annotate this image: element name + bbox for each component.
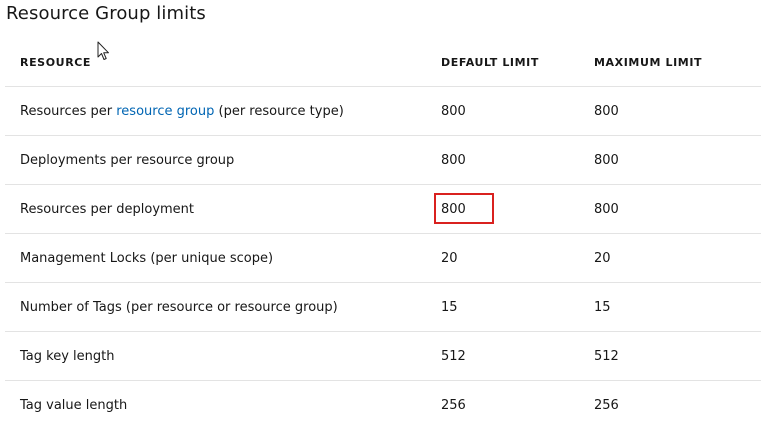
resource-group-link[interactable]: resource group bbox=[116, 104, 214, 119]
resource-cell: Resources per resource group (per resour… bbox=[5, 86, 441, 136]
maximum-limit-cell: 512 bbox=[594, 331, 761, 381]
default-limit-cell: 800 bbox=[441, 184, 594, 234]
maximum-limit-cell: 800 bbox=[594, 86, 761, 136]
resource-cell: Deployments per resource group bbox=[5, 135, 441, 185]
page-title: Resource Group limits bbox=[6, 3, 206, 24]
default-limit-cell: 20 bbox=[441, 233, 594, 283]
table-row: Tag key length 512 512 bbox=[5, 331, 761, 381]
table-row: Tag value length 256 256 bbox=[5, 381, 761, 430]
table-body: Resources per resource group (per resour… bbox=[5, 86, 761, 430]
maximum-limit-cell: 15 bbox=[594, 282, 761, 332]
table-row: Number of Tags (per resource or resource… bbox=[5, 282, 761, 332]
maximum-limit-cell: 256 bbox=[594, 397, 619, 413]
resource-cell: Number of Tags (per resource or resource… bbox=[5, 282, 441, 332]
column-header-maximum-limit: MAXIMUM LIMIT bbox=[594, 39, 761, 87]
default-limit-cell: 800 bbox=[441, 86, 594, 136]
column-header-default-limit: DEFAULT LIMIT bbox=[441, 39, 594, 87]
maximum-limit-cell: 20 bbox=[594, 233, 761, 283]
resource-text-prefix: Resources per bbox=[20, 103, 117, 119]
table-row: Deployments per resource group 800 800 bbox=[5, 135, 761, 185]
resource-cell: Management Locks (per unique scope) bbox=[5, 233, 441, 283]
table-row: Resources per resource group (per resour… bbox=[5, 86, 761, 136]
table-row: Management Locks (per unique scope) 20 2… bbox=[5, 233, 761, 283]
maximum-limit-cell: 800 bbox=[594, 184, 761, 234]
maximum-limit-cell: 800 bbox=[594, 135, 761, 185]
default-limit-cell: 800 bbox=[441, 135, 594, 185]
resource-text-suffix: (per resource type) bbox=[214, 103, 344, 119]
resource-cell: Resources per deployment bbox=[5, 184, 441, 234]
default-limit-cell: 512 bbox=[441, 331, 594, 381]
default-limit-cell: 256 bbox=[441, 397, 466, 413]
column-header-resource: RESOURCE bbox=[5, 39, 441, 87]
default-limit-cell: 15 bbox=[441, 282, 594, 332]
resource-cell: Tag key length bbox=[5, 331, 441, 381]
header-row: RESOURCE DEFAULT LIMIT MAXIMUM LIMIT bbox=[5, 39, 761, 87]
resource-group-limits-table: RESOURCE DEFAULT LIMIT MAXIMUM LIMIT Res… bbox=[5, 39, 761, 429]
table-row: Resources per deployment 800 800 bbox=[5, 184, 761, 234]
resource-cell: Tag value length bbox=[20, 397, 128, 413]
table-header: RESOURCE DEFAULT LIMIT MAXIMUM LIMIT bbox=[5, 39, 761, 87]
